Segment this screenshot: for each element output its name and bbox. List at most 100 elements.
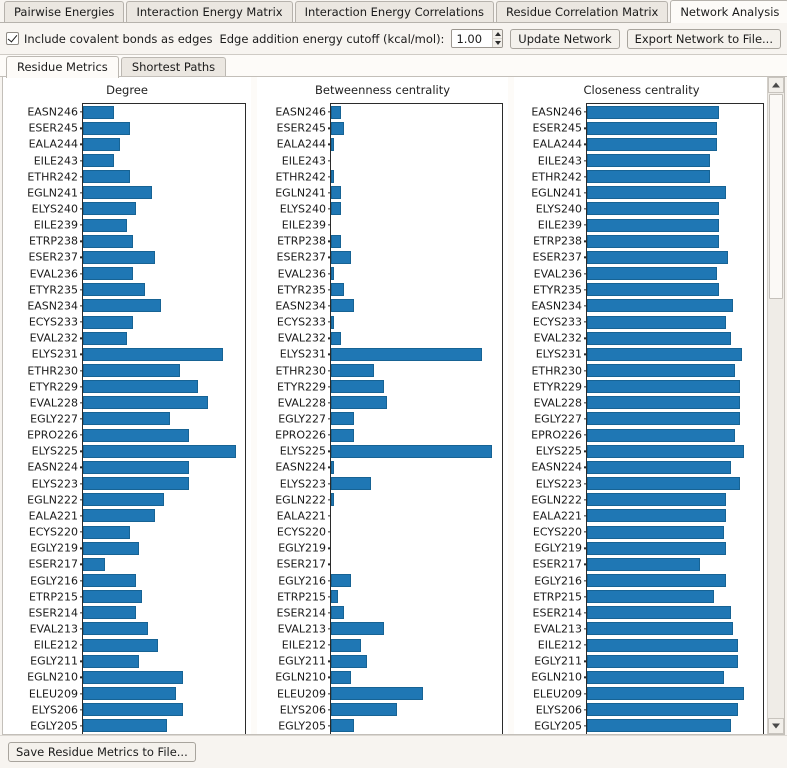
y-axis-label: EVAL228 [533, 396, 583, 410]
bar-row: ELYS231 [536, 346, 763, 362]
y-axis-label: EVAL236 [533, 267, 583, 281]
y-axis-label: EASN224 [275, 460, 327, 474]
bar-rows: EASN246 ESER245 EALA244 EILE243 ETHR242 EGLN2… [27, 104, 245, 734]
spinner-down-icon[interactable] [493, 39, 502, 47]
bar [587, 137, 717, 151]
bar-row: ECYS233 [277, 314, 502, 330]
main-tab-3[interactable]: Residue Correlation Matrix [495, 1, 669, 22]
bar-row: ETYR229 [277, 379, 502, 395]
y-axis-label: EGLY205 [278, 719, 327, 733]
chart-panel-0: Degree EASN246 ESER245 EALA244 EILE243 ETHR24… [3, 77, 252, 734]
main-tab-1[interactable]: Interaction Energy Matrix [126, 1, 293, 22]
chart-panel-1: Betweenness centrality EASN246 ESER245 EALA… [257, 77, 509, 734]
bar-row: EGLY219 [30, 540, 245, 556]
bar-row: EPRO226 [27, 427, 245, 443]
scroll-up-icon[interactable] [768, 77, 784, 93]
y-axis-tick [327, 531, 332, 533]
bar-row: ECYS220 [533, 524, 763, 540]
bar [331, 299, 355, 313]
main-tab-2[interactable]: Interaction Energy Correlations [294, 1, 494, 22]
y-axis-label: ELEU209 [28, 687, 78, 701]
bar-row: EGLY227 [30, 411, 245, 427]
y-axis-label: EILE239 [281, 218, 327, 232]
bar-row: ETHR242 [531, 169, 763, 185]
y-axis-label: EASN234 [27, 299, 78, 313]
y-axis-label: EALA221 [532, 509, 583, 523]
bar-row: ETHR230 [531, 362, 763, 378]
y-axis-label: EGLN222 [27, 493, 78, 507]
bar [587, 186, 726, 200]
bar-row: ETYR229 [29, 379, 245, 395]
y-axis-label: EVAL228 [277, 396, 327, 410]
bar-row: EVAL232 [278, 330, 502, 346]
y-axis-label: EALA244 [276, 137, 327, 151]
bar [83, 622, 149, 636]
checkbox-box[interactable] [6, 32, 19, 45]
bar [83, 299, 161, 313]
bar [587, 267, 717, 281]
bar-row: EGLY216 [278, 572, 502, 588]
y-axis-label: EILE212 [281, 638, 327, 652]
y-axis-label: ELYS225 [535, 444, 583, 458]
bar [587, 428, 736, 442]
main-tab-0[interactable]: Pairwise Energies [4, 1, 125, 22]
y-axis-label: EGLY227 [534, 412, 583, 426]
bar-row: EGLY211 [30, 653, 245, 669]
scroll-down-icon[interactable] [768, 718, 784, 734]
sub-tab-1[interactable]: Shortest Paths [120, 57, 227, 77]
bar [587, 283, 719, 297]
bar-row: ESER237 [28, 249, 245, 265]
bar-row: ECYS220 [277, 524, 502, 540]
bar-row: ELYS225 [280, 443, 502, 459]
update-network-button[interactable]: Update Network [510, 28, 620, 49]
y-axis-label: EGLY216 [534, 574, 583, 588]
plot-vertical-scrollbar[interactable] [767, 77, 784, 734]
energy-cutoff-input[interactable] [452, 30, 493, 47]
bar-row: ELYS223 [280, 476, 502, 492]
include-covalent-bonds-checkbox[interactable]: Include covalent bonds as edges [6, 32, 212, 46]
chart-panels: Degree EASN246 ESER245 EALA244 EILE243 ETHR24… [3, 77, 769, 734]
bar-row: ECYS233 [29, 314, 245, 330]
bar-row: EGLN241 [531, 185, 763, 201]
bar [331, 428, 355, 442]
bar [587, 412, 740, 426]
scrollbar-thumb[interactable] [769, 94, 783, 299]
y-axis-label: ELYS225 [31, 444, 78, 458]
bar-row: ECYS220 [29, 524, 245, 540]
spinner-up-icon[interactable] [493, 30, 503, 39]
bar [331, 444, 493, 458]
sub-tab-0[interactable]: Residue Metrics [6, 56, 119, 78]
spinner-arrows[interactable] [492, 30, 503, 47]
y-axis-label: ESER237 [532, 250, 583, 264]
bar-row: EASN246 [275, 104, 502, 120]
save-residue-metrics-button[interactable]: Save Residue Metrics to File... [8, 742, 196, 762]
y-axis-tick [327, 159, 332, 162]
y-axis-label: EGLN222 [275, 493, 327, 507]
chart-axes-2: EASN246 ESER245 EALA244 EILE243 ETHR242 EGLN2… [531, 103, 764, 734]
bar-row: EILE212 [34, 637, 245, 653]
main-tab-4[interactable]: Network Analysis [670, 0, 787, 23]
y-axis-label: EALA221 [276, 509, 327, 523]
bar [587, 557, 701, 571]
y-axis-label: ELYS206 [535, 703, 583, 717]
y-axis-label: ETHR230 [531, 364, 583, 378]
bar [331, 460, 335, 474]
bar [587, 541, 726, 555]
bar [83, 574, 136, 588]
bar-row: ELYS206 [32, 702, 245, 718]
bar [331, 670, 351, 684]
y-axis-label: ETHR230 [27, 364, 78, 378]
bar-row: ETYR229 [533, 379, 763, 395]
energy-cutoff-spinner[interactable] [451, 29, 504, 48]
y-axis-label: ELYS231 [31, 347, 78, 361]
y-axis-label: EASN234 [531, 299, 583, 313]
y-axis-label: EILE212 [33, 638, 78, 652]
y-axis-label: EVAL228 [29, 396, 78, 410]
export-network-button[interactable]: Export Network to File... [626, 28, 781, 49]
bar [587, 444, 745, 458]
bar [331, 493, 335, 507]
y-axis-label: EVAL232 [533, 331, 583, 345]
chart-panel-2: Closeness centrality EASN246 ESER245 EALA24… [514, 77, 769, 734]
bar-row: ELYS223 [536, 476, 763, 492]
chart-title-1: Betweenness centrality [315, 83, 451, 97]
